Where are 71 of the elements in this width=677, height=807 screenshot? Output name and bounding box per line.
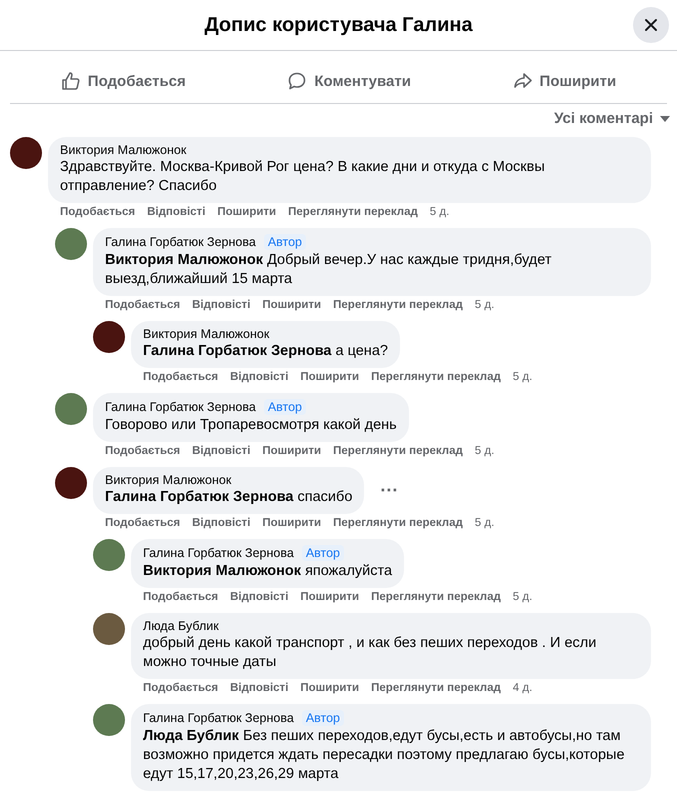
- more-options-button[interactable]: ···: [376, 480, 402, 501]
- comment-action-link[interactable]: Відповісті: [192, 299, 250, 311]
- comment-action-link[interactable]: Відповісті: [192, 445, 250, 457]
- avatar[interactable]: [93, 321, 125, 353]
- sort-dropdown[interactable]: Усі коментарі: [554, 110, 671, 127]
- comment-action-link[interactable]: Переглянути переклад: [371, 682, 501, 694]
- comment-action-link[interactable]: Переглянути переклад: [333, 299, 463, 311]
- comment-action-link[interactable]: Поширити: [262, 517, 322, 529]
- author-badge: Автор: [264, 234, 306, 250]
- comment-action-link[interactable]: Поширити: [300, 591, 360, 603]
- share-arrow-icon: [512, 71, 533, 91]
- comment-action-link[interactable]: Поширити: [217, 206, 276, 218]
- comment-time[interactable]: 5 д.: [512, 591, 532, 603]
- thumbs-up-icon: [60, 71, 81, 91]
- comment-action-link[interactable]: Подобається: [105, 517, 180, 529]
- comment-action-link[interactable]: Переглянути переклад: [288, 206, 418, 218]
- caret-icon: [659, 114, 671, 122]
- comment-time[interactable]: 5 д.: [512, 371, 532, 383]
- like-button[interactable]: Подобається: [46, 65, 200, 97]
- author-name[interactable]: Галина Горбатюк Зернова: [105, 235, 256, 249]
- comment-action-link[interactable]: Поширити: [262, 299, 322, 311]
- avatar[interactable]: [55, 467, 87, 499]
- comment-action-link[interactable]: Відповісті: [230, 682, 288, 694]
- avatar[interactable]: [93, 613, 125, 645]
- comment-text: Галина Горбатюк Зернова спасибо: [105, 488, 352, 507]
- author-name[interactable]: Виктория Малюжонок: [60, 143, 186, 157]
- author-name[interactable]: Галина Горбатюк Зернова: [143, 711, 294, 725]
- comment-text: добрый день какой транспорт , и как без пеших переходов . И если можно точные даты: [143, 634, 598, 672]
- close-button[interactable]: [633, 7, 669, 43]
- author-name[interactable]: Галина Горбатюк Зернова: [105, 400, 256, 414]
- comment-action-link[interactable]: Переглянути переклад: [333, 445, 463, 457]
- comment-time[interactable]: 5 д.: [430, 206, 450, 218]
- author-name[interactable]: Галина Горбатюк Зернова: [143, 546, 294, 560]
- author-badge: Автор: [302, 710, 344, 726]
- comment-action-link[interactable]: Подобається: [143, 591, 218, 603]
- comment-time[interactable]: 5 д.: [474, 517, 494, 529]
- comment-button[interactable]: Коментувати: [273, 65, 425, 97]
- comment-action-link[interactable]: Відповісті: [147, 206, 206, 218]
- close-icon: [644, 18, 658, 32]
- comment-text: Виктория Малюжонок Добрый вечер.У нас каждые тридня,будет выезд,ближайший 15 марта: [105, 251, 552, 289]
- comment-action-link[interactable]: Відповісті: [230, 371, 288, 383]
- comment-text: Говорово или Тропаревосмотря какой день: [105, 416, 397, 435]
- comment-time[interactable]: 5 д.: [474, 445, 494, 457]
- comment-action-link[interactable]: Переглянути переклад: [333, 517, 463, 529]
- author-name[interactable]: Люда Бублик: [143, 619, 219, 633]
- comment-action-link[interactable]: Відповісті: [192, 517, 250, 529]
- comment-action-link[interactable]: Відповісті: [230, 591, 288, 603]
- author-name[interactable]: Виктория Малюжонок: [105, 473, 232, 487]
- share-button[interactable]: Поширити: [498, 65, 630, 97]
- speech-bubble-icon: [287, 71, 308, 91]
- comment-action-link[interactable]: Переглянути переклад: [371, 591, 501, 603]
- comment-action-link[interactable]: Поширити: [300, 371, 360, 383]
- comment-text: Здравствуйте. Москва-Кривой Рог цена? В какие дни и откуда с Москвы отправление? Спасибо: [60, 158, 546, 196]
- comment-text: Виктория Малюжонок япожалуйста: [143, 562, 392, 581]
- comment-time[interactable]: 5 д.: [474, 299, 494, 311]
- dialog-title: Допис користувача Галина: [204, 14, 473, 36]
- comment-time[interactable]: 4 д.: [512, 682, 532, 694]
- comment-action-link[interactable]: Поширити: [262, 445, 322, 457]
- comment-action-link[interactable]: Подобається: [143, 682, 218, 694]
- author-badge: Автор: [264, 399, 306, 415]
- comment-action-link[interactable]: Подобається: [60, 206, 136, 218]
- comment-action-link[interactable]: Подобається: [143, 371, 218, 383]
- comment-action-link[interactable]: Переглянути переклад: [371, 371, 501, 383]
- comment-text: Галина Горбатюк Зернова а цена?: [143, 342, 388, 361]
- comment-action-link[interactable]: Поширити: [300, 682, 360, 694]
- comment-action-link[interactable]: Подобається: [105, 299, 180, 311]
- author-name[interactable]: Виктория Малюжонок: [143, 327, 270, 341]
- comment-action-link[interactable]: Подобається: [105, 445, 180, 457]
- author-badge: Автор: [302, 545, 344, 561]
- avatar[interactable]: [10, 137, 42, 169]
- comment-text: Люда Бублик Без пеших переходов,едут бусы,есть и автобусы,но там возможно придется ждать пересадки поэтому предлагаю бусы,которые едут 15,17,20,23,26,29 марта: [143, 727, 626, 784]
